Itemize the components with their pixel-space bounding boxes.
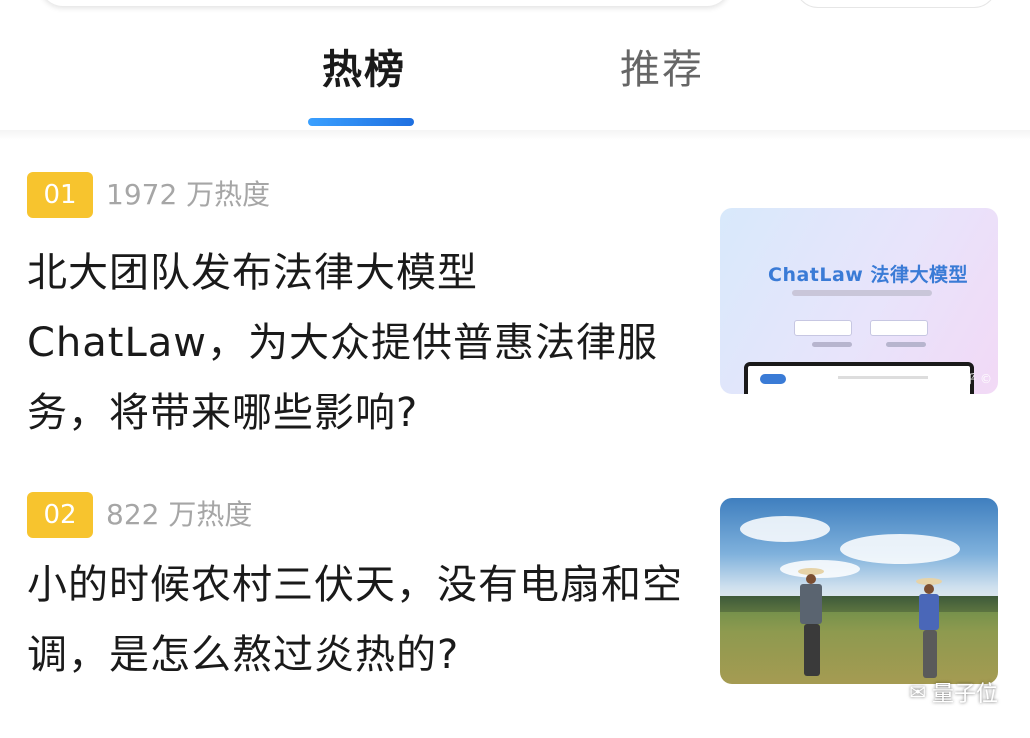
thumbnail-link — [812, 342, 852, 347]
tab-divider — [0, 130, 1030, 140]
cloud-shape — [740, 516, 830, 542]
heat-count: 1972 万热度 — [106, 178, 271, 211]
thumbnail-watermark: 知乎 © — [952, 372, 992, 386]
head — [806, 574, 816, 584]
top-right-button[interactable] — [795, 0, 997, 8]
item-thumbnail[interactable] — [720, 498, 998, 684]
treeline — [720, 596, 998, 612]
item-title[interactable]: 小的时候农村三伏天，没有电扇和空调，是怎么熬过炎热的? — [27, 550, 687, 690]
thumbnail-title: ChatLaw 法律大模型 — [768, 264, 968, 286]
active-tab-indicator — [308, 118, 414, 126]
tab-recommend[interactable]: 推荐 — [620, 44, 704, 96]
thumbnail-line — [838, 376, 928, 379]
heat-count: 822 万热度 — [106, 498, 253, 531]
item-title[interactable]: 北大团队发布法律大模型ChatLaw，为大众提供普惠法律服务，将带来哪些影响? — [27, 238, 687, 448]
thumbnail-link — [886, 342, 926, 347]
head — [924, 584, 934, 594]
rank-badge: 02 — [27, 492, 93, 538]
cloud-shape — [840, 534, 960, 564]
torso — [919, 594, 939, 630]
thumbnail-button — [870, 320, 928, 336]
hot-list-item[interactable]: 01 1972 万热度 北大团队发布法律大模型ChatLaw，为大众提供普惠法律… — [0, 170, 1030, 440]
brand-name: 量子位 — [931, 682, 998, 707]
torso — [800, 584, 822, 624]
thumbnail-button — [794, 320, 852, 336]
hot-list-item[interactable]: 02 822 万热度 小的时候农村三伏天，没有电扇和空调，是怎么熬过炎热的? — [0, 490, 1030, 710]
brand-watermark: ✉ 量子位 — [909, 676, 998, 708]
legs — [804, 624, 820, 676]
search-bar[interactable] — [40, 0, 730, 6]
hot-list-page: 热榜 推荐 01 1972 万热度 北大团队发布法律大模型ChatLaw，为大众… — [0, 0, 1030, 738]
thumbnail-subtitle-line — [792, 290, 932, 296]
rank-badge: 01 — [27, 172, 93, 218]
wechat-icon: ✉ — [909, 680, 926, 704]
legs — [923, 630, 937, 678]
thumbnail-chip — [760, 374, 786, 384]
tab-hot-list[interactable]: 热榜 — [322, 44, 406, 96]
thumbnail-laptop-screen — [744, 362, 974, 394]
item-thumbnail[interactable]: ChatLaw 法律大模型 知乎 © — [720, 208, 998, 394]
